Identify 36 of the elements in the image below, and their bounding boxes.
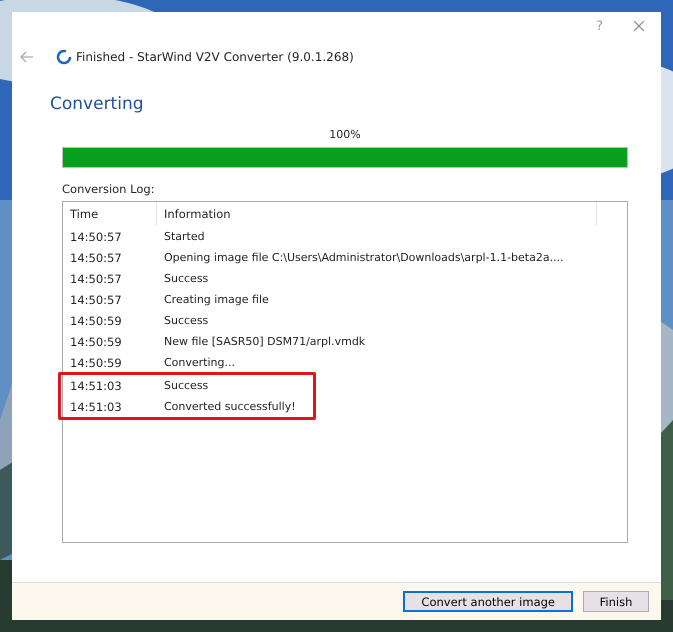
- time-cell-text: 14:50:59: [69, 334, 123, 348]
- info-cell-text: Success: [163, 272, 208, 285]
- log-row[interactable]: 14:50:57 Opening image file C:\Users\Administrator\Downloads\arpl-1.1-beta2a....: [63, 247, 627, 268]
- info-cell-text: New file [SASR50] DSM71/arpl.vmdk: [163, 335, 366, 348]
- column-header[interactable]: Information: [157, 202, 597, 226]
- column-header[interactable]: Time: [63, 202, 157, 226]
- info-cell-text: Opening image file C:\Users\Administrator\Downloads\arpl-1.1-beta2a....: [163, 251, 564, 264]
- time-cell-text: 14:50:57: [69, 292, 123, 306]
- log-row[interactable]: 14:50:57 Started: [63, 226, 627, 247]
- log-row[interactable]: 14:50:59 Success: [63, 310, 627, 331]
- time-cell-text: 14:50:57: [69, 272, 123, 286]
- time-cell-text: 14:50:57: [69, 230, 123, 244]
- progress-reading: 100%: [329, 128, 361, 141]
- log-label: Conversion Log:: [62, 182, 156, 196]
- ring-logo-icon: [56, 49, 72, 65]
- log-row[interactable]: 14:50:57 Success: [63, 268, 627, 289]
- window-title: Finished - StarWind V2V Converter (9.0.1.268): [76, 50, 354, 64]
- time-cell-text: 14:50:59: [69, 356, 123, 370]
- time-cell-text: 14:50:57: [69, 250, 123, 264]
- info-cell-text: Converted successfully!: [163, 400, 296, 413]
- info-cell-text: Success: [163, 314, 208, 327]
- time-cell-text: 14:51:03: [69, 400, 123, 414]
- info-cell-text: Creating image file: [163, 293, 269, 306]
- info-cell-text: Success: [163, 379, 208, 392]
- info-cell-text: Started: [163, 230, 205, 243]
- back-arrow-icon[interactable]: [20, 51, 34, 63]
- time-cell-text: 14:51:03: [69, 378, 123, 392]
- log-row[interactable]: 14:50:59 Converting...: [63, 352, 627, 373]
- info-cell-text: Converting...: [163, 356, 235, 369]
- close-icon[interactable]: [633, 20, 645, 32]
- log-row[interactable]: 14:50:59 New file [SASR50] DSM71/arpl.vmdk: [63, 331, 627, 352]
- log-row[interactable]: 14:50:57 Creating image file: [63, 289, 627, 310]
- convert-another-button[interactable]: Convert another image: [403, 591, 573, 612]
- page-heading: Converting: [50, 94, 145, 114]
- finish-button[interactable]: Finish: [583, 591, 649, 612]
- time-cell-text: 14:50:59: [69, 314, 123, 328]
